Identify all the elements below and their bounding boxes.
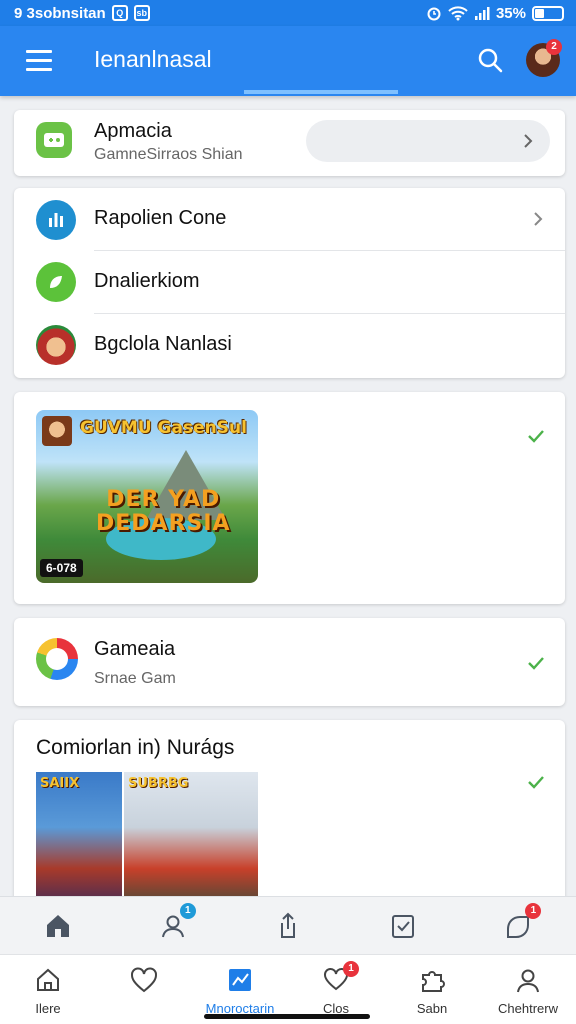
- status-left: 9 3sobnsitan Q sb: [14, 5, 150, 22]
- app-bar: Ienanlnasal 2: [0, 26, 576, 96]
- section-title: Comiorlan in) Nurágs: [36, 736, 235, 759]
- chevron-right-icon: [524, 134, 533, 148]
- clipboard-check-icon: [392, 914, 415, 938]
- alarm-icon: [427, 7, 441, 21]
- check-icon: [528, 657, 544, 670]
- menu-button[interactable]: [26, 50, 52, 72]
- promo-image[interactable]: SAIIX: [36, 772, 122, 910]
- home-outline-icon: [33, 965, 63, 995]
- app-card[interactable]: Apmacia GamneSirraos Shian: [14, 110, 565, 176]
- app-title: Ienanlnasal: [94, 46, 212, 72]
- duration-badge: 6-078: [40, 559, 83, 577]
- app-card-action[interactable]: [306, 120, 550, 162]
- home-tool-button[interactable]: [41, 909, 75, 943]
- battery-percent: 35%: [495, 4, 526, 22]
- game-item-title: Gameaia: [94, 638, 176, 660]
- avatar-badge: 2: [546, 39, 562, 55]
- app-card-subtitle: GamneSirraos Shian: [94, 146, 243, 163]
- people-tool-button[interactable]: 1: [156, 902, 196, 943]
- game-logo-line2: DEDARSIA: [96, 511, 231, 536]
- chart-square-icon: [225, 965, 255, 995]
- list-item-label: Rapolien Cone: [94, 207, 227, 229]
- game-logo-line1: DER YAD: [106, 487, 221, 512]
- status-bar: 9 3sobnsitan Q sb 35%: [0, 0, 576, 26]
- nav-home[interactable]: Ilere: [0, 955, 96, 1024]
- profile-icon: [513, 965, 543, 995]
- home-icon: [46, 914, 69, 937]
- puzzle-icon: [417, 965, 447, 995]
- nav-label: Chehtrerw: [498, 1001, 558, 1016]
- battery-icon: [532, 5, 564, 21]
- nav-explore[interactable]: Sabn: [384, 955, 480, 1024]
- app-card-title: Apmacia: [94, 120, 172, 142]
- promo-label: SUBRBG: [128, 776, 189, 791]
- game-art-title: GUVMU GasenSul: [80, 418, 247, 438]
- nav-label: Ilere: [35, 1001, 61, 1016]
- check-icon: [528, 776, 544, 789]
- notify-tool-button[interactable]: 1: [501, 902, 542, 943]
- status-time: 9 3sobnsitan: [14, 4, 106, 22]
- game-logo: DER YAD DEDARSIA: [96, 488, 231, 536]
- menu-list-card: Rapolien Cone Dnalierkiom Bgclola Nanlas…: [14, 188, 565, 378]
- wifi-icon: [448, 6, 468, 21]
- notification-icon-2: sb: [133, 5, 150, 21]
- heart-chat-icon: 1: [321, 961, 359, 995]
- list-item-label: Bgclola Nanlasi: [94, 333, 232, 355]
- check-icon: [528, 430, 544, 443]
- chevron-right-icon: [534, 212, 543, 226]
- notify-badge: 1: [525, 902, 542, 919]
- promo-label: SAIIX: [40, 776, 80, 791]
- leaf-icon: [36, 262, 76, 302]
- section-card: Comiorlan in) Nurágs SAIIX SUBRBG: [14, 720, 565, 910]
- status-right: 35%: [426, 5, 564, 22]
- tab-indicator: [244, 90, 398, 94]
- nav-label: Sabn: [416, 1001, 448, 1016]
- notification-icon: Q: [111, 5, 128, 21]
- people-badge: 1: [179, 902, 196, 919]
- hero-portrait: [42, 416, 72, 446]
- action-toolbar: 1 1: [0, 896, 576, 954]
- app-icon: [36, 122, 72, 158]
- chart-icon: [36, 200, 76, 240]
- game-card[interactable]: GUVMU GasenSul DER YAD DEDARSIA 6-078: [14, 392, 565, 604]
- game-thumbnail[interactable]: GUVMU GasenSul DER YAD DEDARSIA 6-078: [36, 410, 258, 583]
- game-item-card[interactable]: Gameaia Srnae Gam: [14, 618, 565, 706]
- list-item[interactable]: Dnalierkiom: [14, 251, 565, 314]
- search-icon[interactable]: [476, 46, 504, 74]
- home-indicator[interactable]: [204, 1014, 370, 1019]
- game-item-subtitle: Srnae Gam: [94, 670, 176, 687]
- list-item[interactable]: Bgclola Nanlasi: [14, 314, 565, 377]
- promo-image[interactable]: SUBRBG: [124, 772, 258, 910]
- list-item[interactable]: Rapolien Cone: [14, 188, 565, 251]
- list-item-label: Dnalierkiom: [94, 270, 200, 292]
- character-icon: [36, 325, 76, 365]
- game-logo-icon: [36, 638, 78, 680]
- share-icon: [280, 912, 295, 938]
- avatar[interactable]: 2: [526, 39, 562, 77]
- signal-icon: [474, 7, 490, 20]
- nav-favorites[interactable]: [96, 955, 192, 1024]
- heart-icon: [129, 965, 159, 995]
- nav-profile[interactable]: Chehtrerw: [480, 955, 576, 1024]
- share-tool-button[interactable]: [271, 909, 305, 943]
- clipboard-tool-button[interactable]: [386, 909, 420, 943]
- nav-badge: 1: [343, 961, 359, 977]
